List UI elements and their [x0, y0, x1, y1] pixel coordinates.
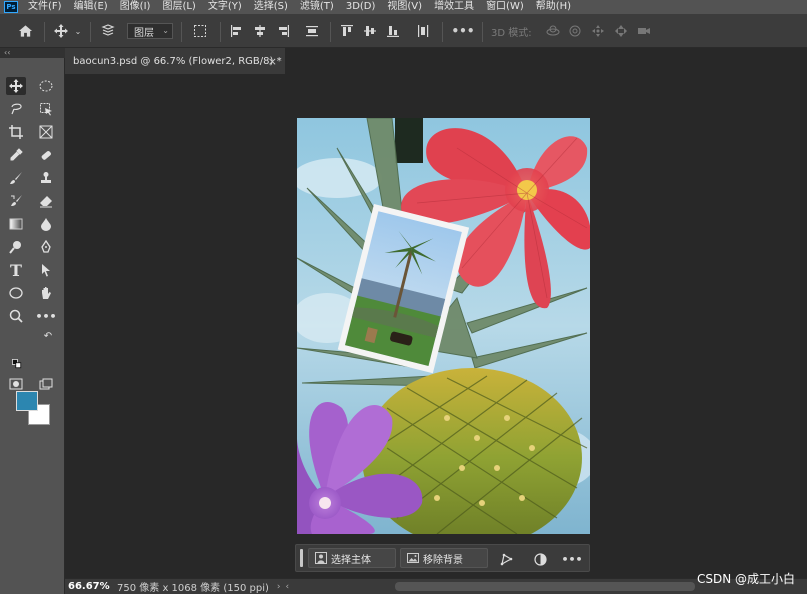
menu-image[interactable]: 图像(I)	[114, 0, 157, 14]
menu-window[interactable]: 窗口(W)	[480, 0, 530, 14]
frame-tool[interactable]	[36, 123, 56, 141]
default-colors-icon[interactable]	[11, 358, 23, 370]
align-right-icon[interactable]	[274, 22, 292, 40]
hand-tool[interactable]	[36, 284, 56, 302]
menu-3d[interactable]: 3D(D)	[340, 0, 382, 14]
align-center-h-icon[interactable]	[251, 22, 269, 40]
orbit-3d-icon[interactable]	[545, 22, 561, 40]
ellipse-tool[interactable]	[6, 284, 26, 302]
transform-icon[interactable]	[496, 549, 516, 569]
transform-controls-icon[interactable]	[190, 22, 210, 40]
menu-help[interactable]: 帮助(H)	[530, 0, 577, 14]
person-icon	[315, 552, 327, 564]
blur-tool[interactable]	[36, 215, 56, 233]
document-canvas[interactable]	[297, 118, 590, 534]
options-bar: ⌄ 图层 ⌄ ••• 3D 模式:	[0, 14, 807, 48]
crop-tool[interactable]	[6, 123, 26, 141]
document-size: 750 像素 x 1068 像素 (150 ppi)	[117, 583, 269, 594]
menu-layer[interactable]: 图层(L)	[156, 0, 201, 14]
align-middle-v-icon[interactable]	[361, 22, 379, 40]
distribute-icon[interactable]	[303, 22, 321, 40]
collage-artwork	[297, 118, 590, 534]
clone-stamp-tool[interactable]	[36, 169, 56, 187]
healing-brush-tool[interactable]	[36, 146, 56, 164]
tools-panel: T ••• ↶	[0, 58, 65, 594]
document-tab-row: baocun3.psd @ 66.7% (Flower2, RGB/8) * ×	[65, 48, 807, 74]
more-options-icon[interactable]: •••	[452, 22, 475, 40]
close-icon[interactable]: ×	[268, 55, 277, 68]
menu-select[interactable]: 选择(S)	[248, 0, 294, 14]
eraser-tool[interactable]	[36, 192, 56, 210]
align-top-icon[interactable]	[338, 22, 356, 40]
menu-plugins[interactable]: 增效工具	[428, 0, 480, 14]
drag-handle[interactable]	[300, 549, 303, 567]
image-icon	[407, 553, 419, 563]
distribute-h-icon[interactable]	[414, 22, 432, 40]
zoom-tool[interactable]	[6, 307, 26, 325]
pen-tool[interactable]	[36, 238, 56, 256]
screen-mode-icon[interactable]	[36, 375, 56, 393]
move-tool[interactable]	[6, 77, 26, 95]
roll-3d-icon[interactable]	[567, 22, 583, 40]
status-bar: 66.67% 750 像素 x 1068 像素 (150 ppi) › ‹	[65, 578, 807, 594]
menu-file[interactable]: 文件(F)	[22, 0, 68, 14]
menu-view[interactable]: 视图(V)	[381, 0, 428, 14]
object-selection-tool[interactable]	[36, 100, 56, 118]
dodge-tool[interactable]	[6, 238, 26, 256]
menu-filter[interactable]: 滤镜(T)	[294, 0, 340, 14]
camera-3d-icon[interactable]	[636, 22, 652, 40]
edit-toolbar-icon[interactable]: •••	[35, 307, 56, 325]
chevron-right-icon[interactable]: ›	[277, 582, 281, 592]
history-brush-tool[interactable]	[6, 192, 26, 210]
path-selection-tool[interactable]	[36, 261, 56, 279]
collapse-icon[interactable]: ‹‹	[4, 48, 10, 57]
adjustment-icon[interactable]	[530, 549, 550, 569]
remove-background-button[interactable]: 移除背景	[400, 548, 488, 568]
remove-background-label: 移除背景	[423, 554, 463, 566]
eyedropper-tool[interactable]	[6, 146, 26, 164]
type-tool[interactable]: T	[6, 261, 26, 280]
horizontal-scrollbar[interactable]	[395, 582, 695, 591]
menu-type[interactable]: 文字(Y)	[202, 0, 248, 14]
align-bottom-icon[interactable]	[384, 22, 402, 40]
document-tab-title: baocun3.psd @ 66.7% (Flower2, RGB/8) *	[73, 55, 282, 67]
menu-bar: Ps 文件(F) 编辑(E) 图像(I) 图层(L) 文字(Y) 选择(S) 滤…	[0, 0, 807, 14]
zoom-level[interactable]: 66.67%	[65, 581, 113, 592]
layer-select-value: 图层	[134, 27, 154, 39]
chevron-down-icon[interactable]: ⌄	[72, 22, 84, 40]
tools-collapse-strip[interactable]: ‹‹	[0, 48, 65, 58]
home-icon[interactable]	[14, 22, 36, 40]
select-subject-button[interactable]: 选择主体	[308, 548, 396, 568]
lasso-tool[interactable]	[6, 100, 26, 118]
gradient-tool[interactable]	[6, 215, 26, 233]
chevron-left-icon[interactable]: ‹	[286, 582, 290, 592]
auto-select-icon[interactable]	[98, 22, 118, 40]
swap-colors-icon[interactable]: ↶	[42, 330, 54, 342]
foreground-color-swatch[interactable]	[16, 391, 38, 411]
csdn-watermark: CSDN @成工小白	[696, 572, 795, 586]
align-left-icon[interactable]	[228, 22, 246, 40]
move-tool-icon[interactable]	[52, 22, 70, 40]
slide-3d-icon[interactable]	[613, 22, 629, 40]
chevron-down-icon: ⌄	[162, 26, 169, 35]
layer-select[interactable]: 图层 ⌄	[127, 23, 173, 39]
pan-3d-icon[interactable]	[590, 22, 606, 40]
ellipse-marquee-tool[interactable]	[36, 77, 56, 95]
contextual-task-bar: 选择主体 移除背景 •••	[295, 544, 590, 572]
document-tab[interactable]: baocun3.psd @ 66.7% (Flower2, RGB/8) * ×	[65, 48, 285, 74]
select-subject-label: 选择主体	[331, 554, 371, 566]
3d-mode-label: 3D 模式:	[491, 28, 532, 39]
photoshop-logo: Ps	[4, 1, 18, 13]
menu-edit[interactable]: 编辑(E)	[68, 0, 114, 14]
brush-tool[interactable]	[6, 169, 26, 187]
more-options-icon[interactable]: •••	[561, 549, 582, 569]
